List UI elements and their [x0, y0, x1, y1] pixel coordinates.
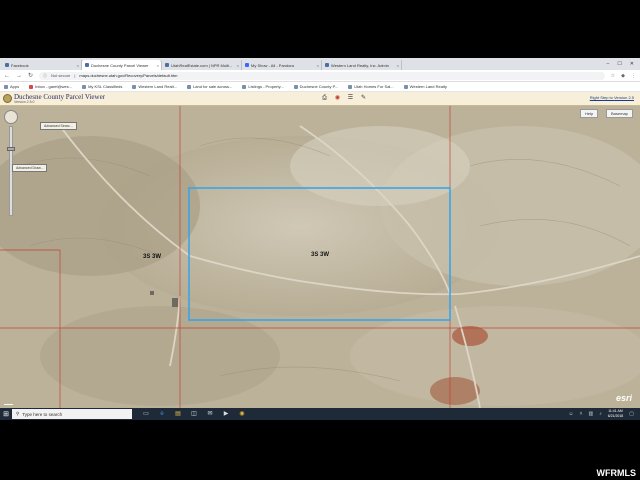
notifications-icon[interactable]: ▢	[629, 411, 634, 417]
esri-logo: esri	[615, 393, 632, 403]
file-explorer-icon[interactable]: ▤	[174, 410, 182, 418]
minimize-icon[interactable]: –	[607, 61, 610, 67]
layers-icon[interactable]: ◉	[333, 94, 342, 103]
bookmark-star-icon[interactable]: ☆	[611, 73, 615, 79]
watermark: WFRMLS	[596, 468, 637, 478]
version-link[interactable]: Right Step to Version 2.5	[590, 95, 634, 100]
reload-icon[interactable]: ↻	[28, 72, 33, 79]
parcel-label: 3S 3W	[143, 254, 162, 260]
basemap-button[interactable]: Basemap	[606, 109, 633, 118]
apps-icon	[4, 84, 8, 89]
info-icon[interactable]: ⓘ	[43, 73, 47, 79]
extension-icon[interactable]: ◆	[621, 73, 625, 79]
bookmark-apps[interactable]: Apps	[4, 84, 19, 89]
bookmark-icon	[293, 84, 298, 89]
menu-icon[interactable]: ⋮	[631, 73, 636, 79]
bookmark-ksl[interactable]: My KSL Classifieds	[82, 84, 122, 89]
bookmark-listings[interactable]: Listings - Property...	[242, 84, 284, 89]
favicon-icon	[245, 63, 249, 67]
close-icon[interactable]: ×	[317, 63, 319, 68]
people-icon[interactable]: ☺	[568, 411, 573, 417]
maximize-icon[interactable]: ☐	[617, 61, 621, 67]
bookmark-utah-homes[interactable]: Utah Homes For Sal...	[348, 84, 394, 89]
favicon-icon	[85, 63, 89, 67]
app-version: Version 2.5.0	[14, 100, 35, 104]
video-frame: Facebook × Duchesne County Parcel Viewer ×…	[0, 0, 640, 480]
chevron-up-icon[interactable]: ˄	[580, 411, 583, 417]
bookmark-icon	[82, 84, 87, 89]
bookmark-icon	[348, 84, 353, 89]
windows-taskbar: ⊞ ⚲ Type here to search ▭ e ▤ ◫ ✉ ▶ ◉ ☺ …	[0, 408, 640, 420]
tab-western-land[interactable]: Western Land Realty, Inc. Admin ×	[322, 60, 402, 70]
close-icon[interactable]: ×	[237, 63, 239, 68]
bookmark-western-land-1[interactable]: Western Land Realt...	[132, 84, 177, 89]
favicon-icon	[325, 63, 329, 67]
tab-utahrealestate[interactable]: UtahRealEstate.com | NPR Multi... ×	[162, 60, 242, 70]
back-icon[interactable]: ←	[4, 73, 10, 79]
bookmark-icon	[187, 84, 192, 89]
media-icon[interactable]: ▶	[222, 410, 230, 418]
close-window-icon[interactable]: ✕	[630, 61, 634, 67]
tab-pandora[interactable]: My Show - All - Pandora ×	[242, 60, 322, 70]
bookmark-icon	[403, 84, 408, 89]
zoom-slider-handle[interactable]	[7, 147, 15, 151]
mail-icon[interactable]: ✉	[206, 410, 214, 418]
close-icon[interactable]: ×	[77, 63, 79, 68]
advanced-search-button[interactable]: Advanced Searc...	[40, 122, 77, 130]
url-input[interactable]: ⓘ Not secure | maps.duchesne.utah.gov/Re…	[39, 71, 605, 80]
task-view-icon[interactable]: ▭	[142, 410, 150, 418]
window-controls: – ☐ ✕	[607, 61, 640, 67]
print-icon[interactable]: ⎙	[320, 94, 329, 103]
bookmark-icon	[132, 84, 137, 89]
mail-icon	[29, 84, 34, 89]
list-icon[interactable]: ☰	[346, 94, 355, 103]
url-text: maps.duchesne.utah.gov/Recovery/Parcels/…	[79, 73, 178, 78]
network-icon[interactable]: ▥	[588, 411, 593, 417]
search-icon: ⚲	[16, 411, 20, 416]
bookmark-inbox[interactable]: Inbox - garet@wes...	[29, 84, 72, 89]
map-view[interactable]: Advanced Searc... Advanced Draw... Help …	[0, 106, 640, 408]
windows-start-icon[interactable]: ⊞	[0, 408, 12, 420]
store-icon[interactable]: ◫	[190, 410, 198, 418]
bookmark-western-land-2[interactable]: Western Land Realty	[403, 84, 447, 89]
map-toolbar: ⎙ ◉ ☰ ✎	[320, 94, 368, 103]
advanced-draw-button[interactable]: Advanced Draw...	[12, 164, 48, 172]
close-icon[interactable]: ×	[157, 63, 159, 68]
bookmark-land-for-sale[interactable]: Land for sale across...	[187, 84, 232, 89]
favicon-icon	[5, 63, 9, 67]
address-bar: ← → ↻ ⓘ Not secure | maps.duchesne.utah.…	[0, 70, 640, 82]
bookmark-duchesne[interactable]: Duchesne County P...	[293, 84, 338, 89]
taskbar-search-input[interactable]: ⚲ Type here to search	[12, 409, 132, 419]
help-button[interactable]: Help	[580, 109, 599, 118]
security-label: Not secure	[51, 73, 71, 78]
tab-facebook[interactable]: Facebook ×	[2, 60, 82, 70]
bookmark-icon	[242, 84, 247, 89]
pan-control[interactable]	[4, 110, 18, 124]
bookmarks-bar: Apps Inbox - garet@wes... My KSL Classif…	[0, 82, 640, 92]
volume-icon[interactable]: ♪	[599, 411, 602, 417]
county-seal-icon	[3, 94, 12, 103]
edge-icon[interactable]: e	[158, 410, 166, 418]
favicon-icon	[165, 63, 169, 67]
clock[interactable]: 11:41 AM 6/21/2018	[608, 409, 624, 419]
system-tray: ☺ ˄ ▥ ♪ 11:41 AM 6/21/2018 ▢	[568, 409, 640, 419]
measure-icon[interactable]: ✎	[359, 94, 368, 103]
close-icon[interactable]: ×	[397, 63, 399, 68]
tab-parcel-viewer[interactable]: Duchesne County Parcel Viewer ×	[82, 60, 162, 70]
forward-icon[interactable]: →	[16, 73, 22, 79]
parcel-label: 3S 3W	[311, 252, 330, 258]
browser-tab-strip: Facebook × Duchesne County Parcel Viewer ×…	[0, 58, 640, 70]
desktop-screen: Facebook × Duchesne County Parcel Viewer ×…	[0, 58, 640, 420]
zoom-control	[4, 110, 18, 216]
scale-bar: ▬▬▬	[4, 402, 13, 406]
chrome-icon[interactable]: ◉	[238, 410, 246, 418]
app-header: Duchesne County Parcel Viewer Version 2.…	[0, 92, 640, 106]
